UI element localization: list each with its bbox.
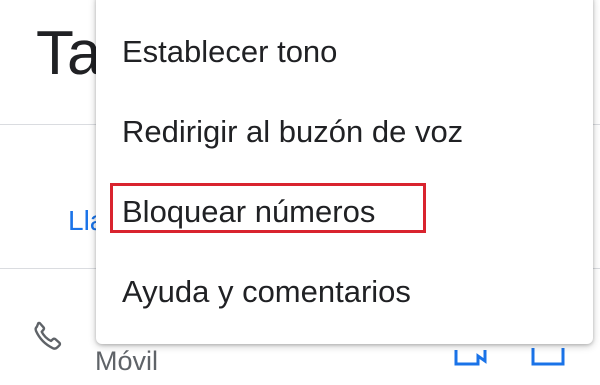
menu-item-block-numbers[interactable]: Bloquear números [96, 172, 593, 252]
menu-item-help-feedback[interactable]: Ayuda y comentarios [96, 252, 593, 332]
phone-type-label: Móvil [95, 346, 159, 376]
menu-item-redirect-voicemail[interactable]: Redirigir al buzón de voz [96, 92, 593, 172]
menu-item-label: Redirigir al buzón de voz [122, 114, 464, 149]
page-title: Ta [36, 19, 102, 88]
menu-item-label: Ayuda y comentarios [122, 274, 411, 309]
menu-item-label: Bloquear números [122, 194, 376, 229]
menu-item-label: Establecer tono [122, 34, 338, 69]
menu-item-set-ringtone[interactable]: Establecer tono [96, 12, 593, 92]
overflow-menu: Establecer tono Redirigir al buzón de vo… [96, 0, 593, 344]
phone-icon[interactable] [30, 318, 66, 354]
